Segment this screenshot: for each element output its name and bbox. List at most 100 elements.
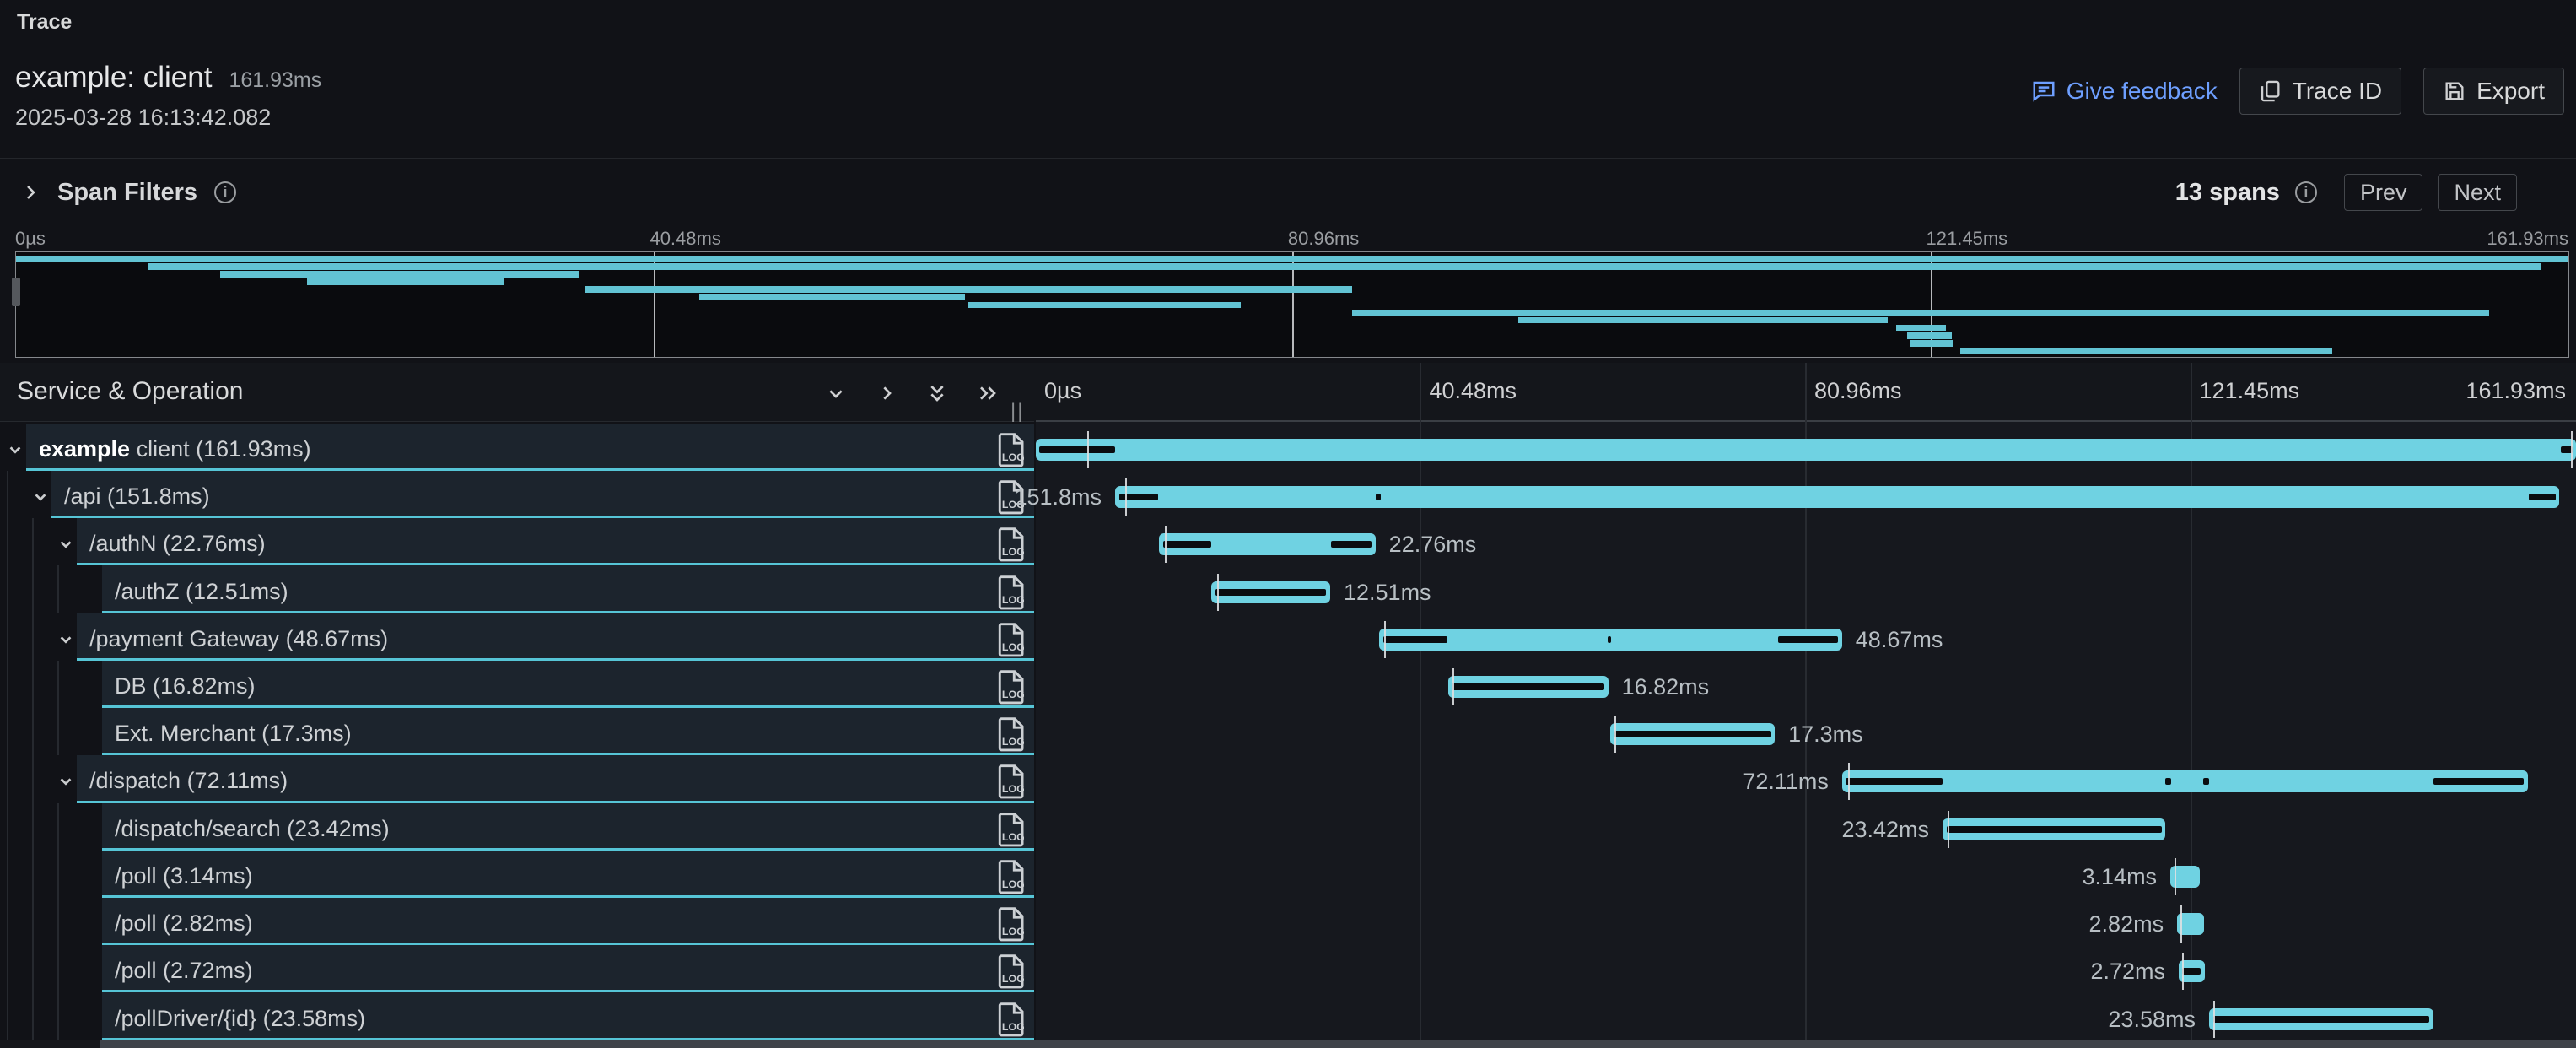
span-filters-expand-chevron[interactable]: [20, 182, 40, 203]
minimap-drag-handle[interactable]: [12, 278, 20, 306]
trace-name: example: client: [15, 61, 212, 95]
log-icon[interactable]: LOG: [997, 764, 1026, 799]
span-log-tick: [1948, 811, 1949, 848]
export-button[interactable]: Export: [2423, 68, 2564, 115]
log-icon[interactable]: LOG: [997, 812, 1026, 847]
indent-guide: [32, 851, 34, 898]
span-bar[interactable]: [1842, 770, 2528, 792]
span-log-tick: [1125, 478, 1127, 516]
minimap-span-bar: [1518, 317, 1888, 324]
row-collapse-chevron[interactable]: [4, 439, 26, 461]
horizontal-scrollbar[interactable]: [0, 1040, 2576, 1048]
span-duration-label: 2.82ms: [2089, 911, 2164, 937]
log-icon[interactable]: LOG: [997, 432, 1026, 467]
span-count-info-icon[interactable]: i: [2295, 181, 2317, 203]
span-bar[interactable]: [1448, 676, 1609, 698]
indent-guide: [32, 992, 34, 1040]
self-time-segment: [2203, 778, 2209, 785]
span-bar[interactable]: [1115, 486, 2559, 508]
svg-text:LOG: LOG: [1002, 736, 1025, 748]
collapse-one-icon[interactable]: [822, 380, 849, 407]
span-bar[interactable]: [1211, 581, 1330, 603]
span-log-tick: [2180, 905, 2182, 943]
span-name: /authN (22.76ms): [89, 531, 266, 557]
row-collapse-chevron[interactable]: [55, 770, 77, 792]
log-icon[interactable]: LOG: [997, 575, 1026, 610]
log-icon[interactable]: LOG: [997, 859, 1026, 894]
expand-all-icon[interactable]: [974, 380, 1001, 407]
log-icon[interactable]: LOG: [997, 669, 1026, 705]
log-icon[interactable]: LOG: [997, 1002, 1026, 1037]
axis-tick-label: 121.45ms: [2200, 378, 2300, 404]
minimap-span-bar: [16, 256, 2568, 262]
indent-guide: [7, 471, 8, 518]
span-filters-info-icon[interactable]: i: [214, 181, 236, 203]
svg-text:LOG: LOG: [1002, 1021, 1025, 1033]
self-time-segment: [1383, 636, 1448, 643]
self-time-segment: [1331, 541, 1372, 548]
row-collapse-chevron[interactable]: [30, 486, 51, 508]
span-log-tick: [2182, 953, 2184, 990]
indent-guide: [32, 755, 34, 802]
minimap-span-bar: [148, 263, 2541, 270]
scrollbar-thumb[interactable]: [100, 1040, 2576, 1048]
axis-tick-label: 161.93ms: [2466, 378, 2566, 404]
indent-guide: [57, 661, 59, 708]
span-name: Ext. Merchant (17.3ms): [115, 721, 352, 747]
minimap-span-bar: [1907, 332, 1952, 339]
span-bar[interactable]: [1610, 723, 1775, 745]
span-operation: Ext. Merchant (17.3ms): [115, 721, 352, 746]
expand-one-icon[interactable]: [873, 380, 900, 407]
indent-guide: [57, 851, 59, 898]
self-time-segment: [1215, 589, 1327, 596]
minimap-span-bar: [307, 278, 504, 285]
span-log-tick: [1087, 431, 1089, 468]
span-duration-label: 12.51ms: [1344, 580, 1431, 606]
span-duration-label: 3.14ms: [2083, 864, 2158, 890]
minimap-tick-label: 0µs: [15, 228, 46, 250]
comment-icon: [2031, 78, 2056, 104]
copy-icon: [2259, 79, 2282, 103]
span-name: /dispatch/search (23.42ms): [115, 816, 390, 842]
minimap-span-bar: [585, 286, 1352, 293]
log-icon[interactable]: LOG: [997, 953, 1026, 989]
indent-guide: [57, 803, 59, 851]
self-time-segment: [1039, 446, 1115, 453]
indent-guide: [32, 803, 34, 851]
log-icon[interactable]: LOG: [997, 527, 1026, 562]
span-bar[interactable]: [2209, 1008, 2433, 1030]
timeline-minimap[interactable]: [15, 251, 2569, 358]
minimap-span-bar: [1352, 310, 2489, 316]
trace-id-button[interactable]: Trace ID: [2239, 68, 2401, 115]
next-span-button[interactable]: Next: [2438, 174, 2517, 211]
self-time-segment: [1608, 636, 1610, 643]
row-collapse-chevron[interactable]: [55, 533, 77, 555]
minimap-span-bar: [699, 294, 964, 301]
row-collapse-chevron[interactable]: [55, 629, 77, 651]
span-filters-label[interactable]: Span Filters: [57, 179, 197, 207]
give-feedback-link[interactable]: Give feedback: [2031, 78, 2218, 105]
span-bar[interactable]: [1379, 629, 1842, 651]
prev-span-button[interactable]: Prev: [2344, 174, 2423, 211]
span-bar[interactable]: [1159, 533, 1376, 555]
span-name: /poll (2.72ms): [115, 958, 253, 984]
span-operation: client (161.93ms): [137, 436, 311, 462]
span-bar[interactable]: [1036, 439, 2576, 461]
minimap-tick-label: 80.96ms: [1288, 228, 1359, 250]
log-icon[interactable]: LOG: [997, 906, 1026, 942]
service-operation-title: Service & Operation: [17, 377, 243, 406]
axis-tick-label: 40.48ms: [1429, 378, 1517, 404]
minimap-span-bar: [1896, 325, 1946, 332]
log-icon[interactable]: LOG: [997, 622, 1026, 657]
span-duration-label: 72.11ms: [1743, 769, 1829, 795]
svg-text:LOG: LOG: [1002, 878, 1025, 890]
self-time-segment: [1778, 636, 1839, 643]
indent-guide: [7, 803, 8, 851]
svg-text:LOG: LOG: [1002, 973, 1025, 985]
collapse-all-icon[interactable]: [924, 380, 951, 407]
span-bar[interactable]: [1943, 818, 2165, 840]
minimap-tick-label: 121.45ms: [1927, 228, 2008, 250]
column-resize-handle[interactable]: ||: [1010, 400, 1024, 424]
indent-guide: [7, 755, 8, 802]
log-icon[interactable]: LOG: [997, 716, 1026, 752]
